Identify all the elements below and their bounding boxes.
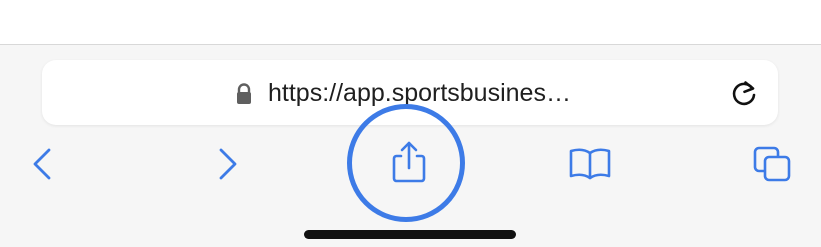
tabs-icon[interactable] (752, 145, 792, 183)
forward-chevron-icon[interactable] (216, 147, 240, 181)
back-chevron-icon[interactable] (30, 147, 54, 181)
lock-icon (237, 83, 251, 104)
page-content-top (0, 0, 821, 45)
home-indicator (304, 230, 516, 239)
reload-icon[interactable] (728, 78, 760, 110)
bookmarks-icon[interactable] (568, 146, 612, 180)
share-icon[interactable] (392, 140, 426, 184)
